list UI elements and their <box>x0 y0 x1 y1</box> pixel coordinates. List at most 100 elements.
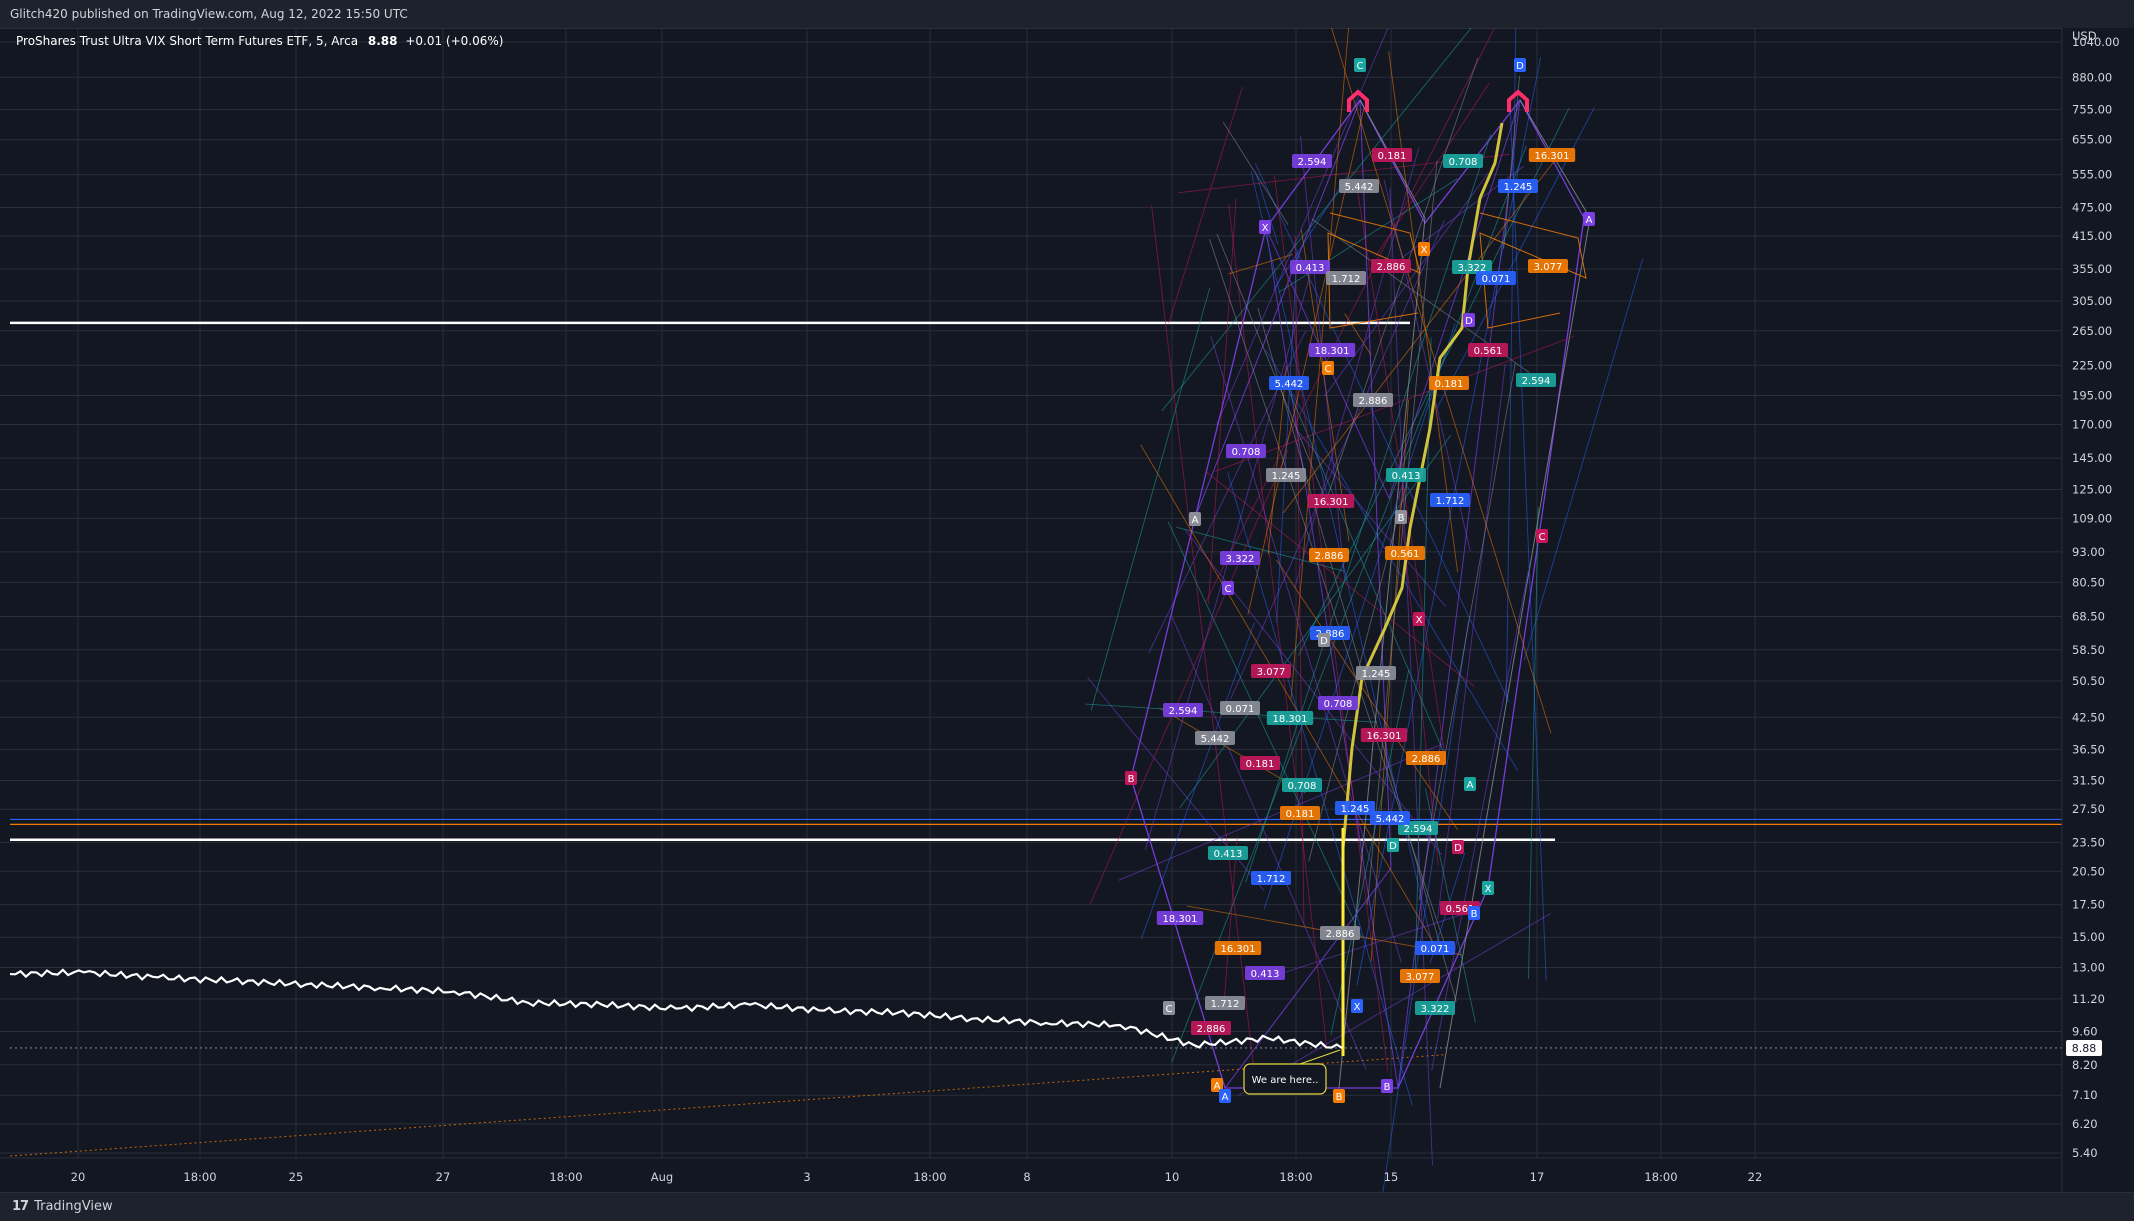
pattern-label-text: 5.442 <box>1275 379 1304 390</box>
pattern-label: 1.245 <box>1335 801 1375 815</box>
pattern-label: 3.077 <box>1528 259 1568 273</box>
time-axis[interactable]: 20 18:00 25 27 18:00 Aug 3 18:00 8 10 18:00 15 17 18:… <box>0 1157 2062 1184</box>
pattern-leg <box>1523 258 1644 661</box>
pattern-label: 3.322 <box>1415 1001 1455 1015</box>
pattern-point-text: C <box>1166 1004 1173 1015</box>
pattern-point-label: D <box>1463 313 1475 327</box>
price-axis[interactable]: USD1040.00880.00755.00655.00555.00475.00… <box>2061 28 2134 1192</box>
brand-name: TradingView <box>34 1199 113 1214</box>
symbol-legend: ProShares Trust Ultra VIX Short Term Fut… <box>16 34 503 48</box>
pattern-label: 3.322 <box>1220 551 1260 565</box>
pattern-label-text: 0.071 <box>1226 704 1255 715</box>
price-line <box>9 968 1343 1049</box>
pattern-label: 0.708 <box>1318 696 1358 710</box>
pattern-label: 2.886 <box>1309 548 1349 562</box>
pattern-label-text: 18.301 <box>1315 346 1350 357</box>
pattern-point-label: A <box>1189 512 1201 526</box>
pattern-label-text: 2.886 <box>1197 1024 1226 1035</box>
pattern-label-text: 1.245 <box>1272 471 1301 482</box>
pattern-leg <box>1205 28 1495 603</box>
pattern-label: 2.886 <box>1406 751 1446 765</box>
pattern-label: 2.886 <box>1371 259 1411 273</box>
pattern-label-text: 0.413 <box>1392 471 1421 482</box>
orange-trend-line <box>9 1054 1446 1157</box>
time-tick-label: 18:00 <box>913 1170 946 1184</box>
pattern-label: 1.245 <box>1356 666 1396 680</box>
price-tick-label: 20.50 <box>2072 864 2105 878</box>
pattern-leg <box>1168 86 1243 324</box>
time-tick-label: 17 <box>1530 1170 1545 1184</box>
pattern-label-text: 2.594 <box>1404 824 1433 835</box>
pattern-point-text: A <box>1467 780 1474 791</box>
pattern-label-text: 16.301 <box>1535 151 1570 162</box>
pattern-label: 5.442 <box>1339 179 1379 193</box>
price-tick-label: 225.00 <box>2072 358 2112 372</box>
pattern-label-text: 18.301 <box>1163 914 1198 925</box>
pattern-label-text: 3.077 <box>1257 667 1286 678</box>
pattern-point-label: B <box>1125 771 1137 785</box>
pattern-label: 2.886 <box>1353 393 1393 407</box>
pattern-label: 0.708 <box>1282 778 1322 792</box>
symbol-name: ProShares Trust Ultra VIX Short Term Fut… <box>16 34 359 48</box>
price-tick-label: 68.50 <box>2072 609 2105 623</box>
pattern-label: 5.442 <box>1269 376 1309 390</box>
pattern-label: 0.708 <box>1443 154 1483 168</box>
time-tick-label: 10 <box>1165 1170 1180 1184</box>
time-tick-label: 18:00 <box>1279 1170 1312 1184</box>
pattern-point-label: X <box>1259 220 1271 234</box>
time-tick-label: Aug <box>651 1170 673 1184</box>
price-tick-label: 17.50 <box>2072 898 2105 912</box>
pattern-point-text: C <box>1357 61 1364 72</box>
pattern-label: 2.594 <box>1163 703 1203 717</box>
price-tick-label: 355.00 <box>2072 262 2112 276</box>
price-tick-label: 42.50 <box>2072 710 2105 724</box>
pattern-label: 18.301 <box>1308 343 1356 357</box>
pattern-point-text: B <box>1128 774 1135 785</box>
pattern-point-label: C <box>1222 581 1234 595</box>
price-tick-label: 7.10 <box>2072 1088 2098 1102</box>
time-tick-label: 27 <box>436 1170 451 1184</box>
price-tick-label: 80.50 <box>2072 575 2105 589</box>
pattern-label: 2.886 <box>1191 1021 1231 1035</box>
last-price: 8.88 <box>367 34 398 48</box>
price-tick-label: 145.00 <box>2072 451 2112 465</box>
pattern-point-text: X <box>1485 884 1492 895</box>
pattern-label-text: 2.594 <box>1298 157 1327 168</box>
price-tick-label: 109.00 <box>2072 511 2112 525</box>
pattern-point-text: B <box>1384 1082 1391 1093</box>
time-tick-label: 22 <box>1748 1170 1763 1184</box>
pattern-point-text: B <box>1336 1092 1343 1103</box>
pattern-label: 1.245 <box>1498 179 1538 193</box>
pattern-label-text: 5.442 <box>1376 814 1405 825</box>
pattern-label-text: 0.708 <box>1232 447 1261 458</box>
time-tick-label: 8 <box>1023 1170 1030 1184</box>
price-chart[interactable]: 2.5945.4420.1810.7081.24516.3010.4131.71… <box>0 28 2134 1192</box>
pattern-leg <box>1356 57 1542 986</box>
pattern-label: 3.077 <box>1251 664 1291 678</box>
pattern-label-text: 0.071 <box>1482 274 1511 285</box>
pattern-point-label: C <box>1536 529 1548 543</box>
price-tick-label: 9.60 <box>2072 1024 2098 1038</box>
pattern-label-text: 1.712 <box>1436 496 1465 507</box>
pattern-label-text: 2.886 <box>1412 754 1441 765</box>
pattern-label-text: 1.712 <box>1332 274 1361 285</box>
pattern-label: 16.301 <box>1214 941 1262 955</box>
pattern-leg <box>1151 204 1255 1070</box>
price-tick-label: 475.00 <box>2072 201 2112 215</box>
pattern-label-text: 0.708 <box>1288 781 1317 792</box>
tradingview-brand[interactable]: 17 TradingView <box>12 1199 113 1214</box>
pattern-label-text: 16.301 <box>1221 944 1256 955</box>
pattern-point-label: C <box>1354 58 1366 72</box>
pattern-point-text: X <box>1416 615 1423 626</box>
pattern-label-text: 1.245 <box>1362 669 1391 680</box>
pattern-point-text: A <box>1192 515 1199 526</box>
pattern-label: 0.561 <box>1468 343 1508 357</box>
price-tick-label: 195.00 <box>2072 389 2112 403</box>
pattern-label-text: 2.886 <box>1377 262 1406 273</box>
pattern-label-text: 0.413 <box>1296 263 1325 274</box>
pattern-label-text: 3.077 <box>1534 262 1563 273</box>
chart-area[interactable]: 2.594 5.442 0.181 0.708 1.245 16.301 0.413 1.71… <box>0 28 2134 1192</box>
price-tick-label: 11.20 <box>2072 992 2105 1006</box>
pattern-label: 0.071 <box>1415 941 1455 955</box>
price-tick-label: 305.00 <box>2072 294 2112 308</box>
